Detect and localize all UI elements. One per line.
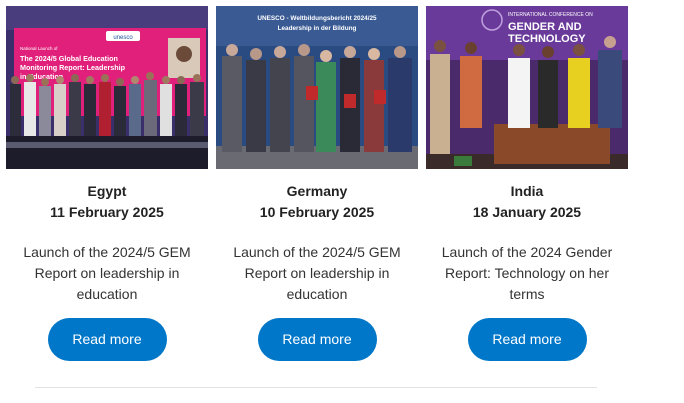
event-description: Launch of the 2024/5 GEM Report on leade… xyxy=(233,244,401,302)
read-more-button[interactable]: Read more xyxy=(467,318,587,361)
event-card: unesco National Launch of The 2024/5 Glo… xyxy=(6,6,208,361)
svg-text:The 2024/5 Global Education: The 2024/5 Global Education xyxy=(20,54,118,63)
event-date: 11 February 2025 xyxy=(50,204,164,220)
india-conference-photo: INTERNATIONAL CONFERENCE ON GENDER AND T… xyxy=(426,6,628,169)
event-photo[interactable]: UNESCO - Weltbildungsbericht 2024/25 Lea… xyxy=(216,6,418,169)
event-card: INTERNATIONAL CONFERENCE ON GENDER AND T… xyxy=(426,6,628,361)
svg-text:TECHNOLOGY: TECHNOLOGY xyxy=(508,33,586,45)
svg-text:Monitoring Report: Leadership: Monitoring Report: Leadership xyxy=(20,63,126,72)
egypt-launch-photo: unesco National Launch of The 2024/5 Glo… xyxy=(6,6,208,169)
event-date: 10 February 2025 xyxy=(259,204,375,220)
read-more-button[interactable]: Read more xyxy=(47,318,167,361)
section-divider xyxy=(35,387,597,388)
event-country: India xyxy=(510,183,544,199)
event-country: Germany xyxy=(286,183,348,199)
svg-text:INTERNATIONAL CONFERENCE ON: INTERNATIONAL CONFERENCE ON xyxy=(508,12,593,18)
svg-text:GENDER AND: GENDER AND xyxy=(508,21,582,33)
event-date: 18 January 2025 xyxy=(472,204,582,220)
svg-text:Leadership in der Bildung: Leadership in der Bildung xyxy=(278,25,357,32)
read-more-button[interactable]: Read more xyxy=(257,318,377,361)
germany-launch-photo: UNESCO - Weltbildungsbericht 2024/25 Lea… xyxy=(216,6,418,169)
event-photo[interactable]: unesco National Launch of The 2024/5 Glo… xyxy=(6,6,208,169)
events-grid: unesco National Launch of The 2024/5 Glo… xyxy=(0,0,684,403)
event-photo[interactable]: INTERNATIONAL CONFERENCE ON GENDER AND T… xyxy=(426,6,628,169)
svg-text:UNESCO - Weltbildungsbericht 2: UNESCO - Weltbildungsbericht 2024/25 xyxy=(257,15,377,22)
event-description: Launch of the 2024/5 GEM Report on leade… xyxy=(23,244,191,302)
event-description: Launch of the 2024 Gender Report: Techno… xyxy=(441,244,613,302)
svg-text:unesco: unesco xyxy=(113,35,133,41)
svg-text:National Launch of: National Launch of xyxy=(20,46,58,51)
event-country: Egypt xyxy=(87,183,127,199)
event-card: UNESCO - Weltbildungsbericht 2024/25 Lea… xyxy=(216,6,418,361)
